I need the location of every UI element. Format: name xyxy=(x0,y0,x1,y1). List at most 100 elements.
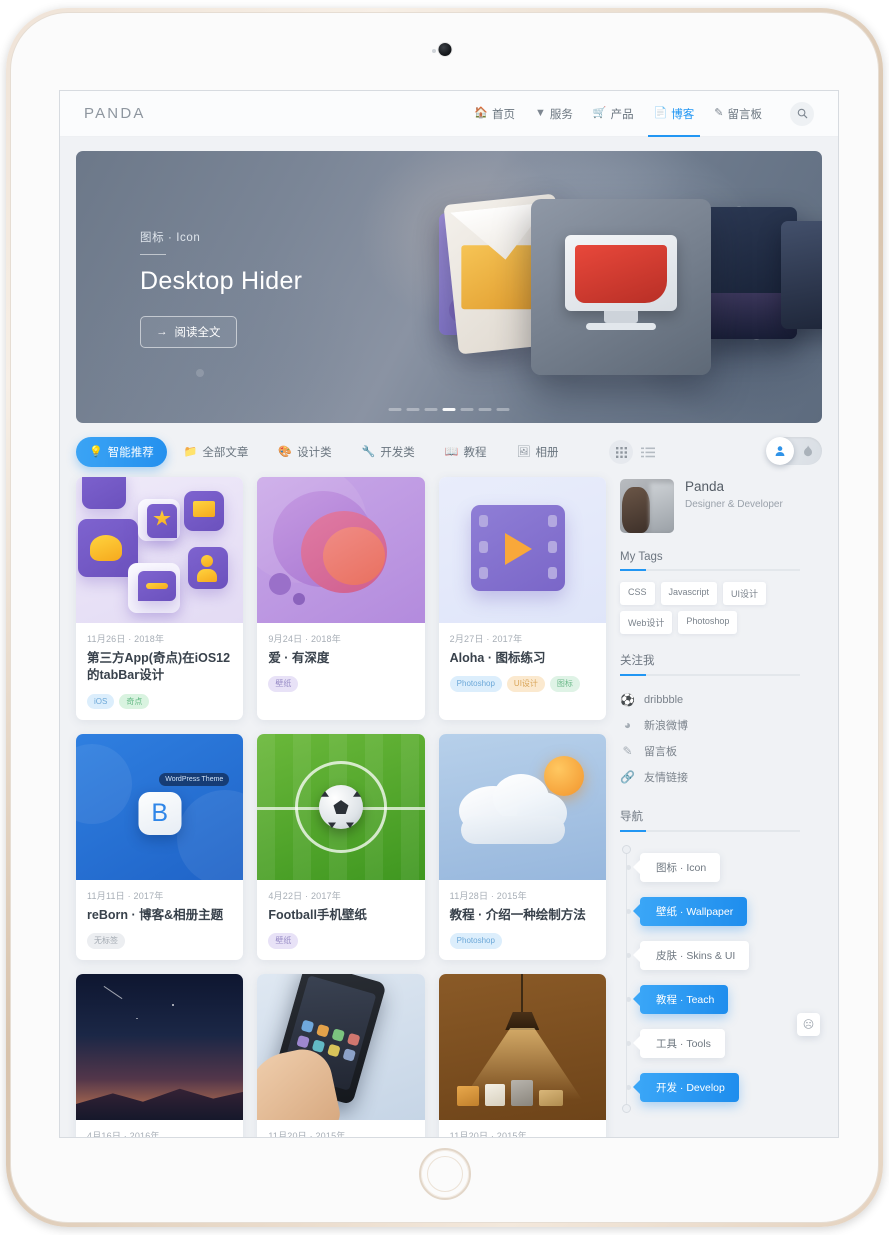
card-body: 4月16日 · 2016年 私藏壁纸一张 xyxy=(76,1120,243,1137)
filter-label: 教程 xyxy=(463,447,487,459)
card-tag[interactable]: 奇点 xyxy=(119,693,150,710)
article-card[interactable]: 11月28日 · 2015年 教程 · 介绍一种绘制方法 Photoshop xyxy=(438,734,606,960)
profile-text: Panda Designer & Developer xyxy=(685,479,783,513)
carousel-dot[interactable] xyxy=(388,408,402,411)
hero-banner[interactable]: 图标 · Icon Desktop Hider → 阅读全文 xyxy=(76,151,822,423)
article-card[interactable]: 11月20日 · 2015年 OrgRar · WinRAR主题 xyxy=(438,973,606,1137)
filter-chip-album[interactable]: 🖼 相册 xyxy=(504,437,572,467)
blob-shape xyxy=(323,527,386,585)
filter-label: 相册 xyxy=(535,447,559,459)
card-tag[interactable]: 壁纸 xyxy=(268,933,299,949)
red-cloth xyxy=(575,245,667,303)
article-card[interactable]: 4月22日 · 2017年 Football手机壁纸 壁纸 xyxy=(257,734,425,960)
cards-column: 11月26日 · 2018年 第三方App(奇点)在iOS12的tabBar设计… xyxy=(76,477,606,1137)
nav-item-services[interactable]: ▼ 服务 xyxy=(535,91,573,137)
profile-block: Panda Designer & Developer xyxy=(620,477,800,533)
carousel-dot[interactable] xyxy=(496,408,510,411)
folder-icon: 📁 xyxy=(183,445,198,458)
filter-chip-recommended[interactable]: 💡 智能推荐 xyxy=(76,437,167,467)
article-card[interactable]: WordPress Theme B 11月11日 · 2017年 reBorn … xyxy=(76,734,244,960)
list-view-icon[interactable] xyxy=(641,447,656,458)
wordpress-logo: B xyxy=(138,792,182,836)
card-date: 11月11日 · 2017年 xyxy=(87,891,164,902)
cards-grid: 11月26日 · 2018年 第三方App(奇点)在iOS12的tabBar设计… xyxy=(76,477,606,1137)
card-tag[interactable]: 图标 xyxy=(549,676,580,692)
lamp-shade xyxy=(505,1011,540,1030)
nav-item-blog[interactable]: 📄 博客 xyxy=(647,91,700,137)
tag-chip[interactable]: CSS xyxy=(620,582,655,605)
user-mode-toggle[interactable] xyxy=(766,437,822,465)
follow-item-links[interactable]: 🔗 友情链接 xyxy=(620,764,800,790)
follow-item-guestbook[interactable]: ✎ 留言板 xyxy=(620,738,800,764)
tag-chip[interactable]: Javascript xyxy=(660,582,718,605)
home-button[interactable] xyxy=(418,1148,471,1200)
card-body: 11月20日 · 2015年 flyme手机主题 Photoshop UI设计 xyxy=(257,1120,424,1137)
filter-chip-tutorial[interactable]: 📖 教程 xyxy=(432,437,500,467)
card-tag[interactable]: iOS xyxy=(87,693,115,710)
follow-item-weibo[interactable]: ◕ 新浪微博 xyxy=(620,712,800,738)
filter-chip-all[interactable]: 📁 全部文章 xyxy=(171,437,262,467)
tag-chip[interactable]: Web设计 xyxy=(620,611,673,634)
carousel-dot[interactable] xyxy=(478,408,492,411)
carousel-dot[interactable] xyxy=(406,408,420,411)
home-icon: 🏠 xyxy=(474,107,488,119)
card-tag[interactable]: Photoshop xyxy=(449,676,502,692)
tag-chip[interactable]: Photoshop xyxy=(678,611,738,634)
carousel-indicators[interactable] xyxy=(388,408,510,411)
grid-view-icon[interactable] xyxy=(609,440,634,464)
card-title[interactable]: 教程 · 介绍一种绘制方法 xyxy=(450,907,595,924)
article-card[interactable]: 11月26日 · 2018年 第三方App(奇点)在iOS12的tabBar设计… xyxy=(76,477,244,721)
card-tags: Photoshop UI设计 图标 xyxy=(449,676,595,692)
card-tag[interactable]: Photoshop xyxy=(449,933,502,949)
nav-pill-teach[interactable]: 教程 · Teach xyxy=(640,984,729,1014)
card-date: 4月22日 · 2017年 xyxy=(268,891,341,902)
follow-item-dribbble[interactable]: ⚽ dribbble xyxy=(620,688,800,712)
card-tag[interactable]: 无标签 xyxy=(87,933,125,949)
article-card[interactable]: 9月24日 · 2018年 爱 · 有深度 壁纸 xyxy=(257,477,425,721)
carousel-dot[interactable] xyxy=(424,408,438,411)
article-card[interactable]: 2月27日 · 2017年 Aloha · 图标练习 Photoshop UI设… xyxy=(438,477,606,721)
icon-tile xyxy=(184,491,224,531)
carousel-dot[interactable] xyxy=(460,408,474,411)
user-shape xyxy=(197,569,217,582)
toggle-knob[interactable] xyxy=(766,437,794,465)
card-title[interactable]: 爱 · 有深度 xyxy=(268,650,413,667)
nav-item-guestbook[interactable]: ✎ 留言板 xyxy=(714,91,762,137)
filter-chip-development[interactable]: 🔧 开发类 xyxy=(349,437,428,467)
timeline-line xyxy=(626,847,627,1107)
nav-pill-wallpaper[interactable]: 壁纸 · Wallpaper xyxy=(640,896,748,926)
carousel-dot-active[interactable] xyxy=(442,408,456,411)
follow-label: 友情链接 xyxy=(644,772,688,784)
avatar[interactable] xyxy=(620,479,674,533)
card-title[interactable]: reBorn · 博客&相册主题 xyxy=(87,907,232,924)
brand-logo[interactable]: PANDA xyxy=(84,105,146,122)
article-card[interactable]: 11月20日 · 2015年 flyme手机主题 Photoshop UI设计 xyxy=(257,973,425,1137)
tag-chip[interactable]: UI设计 xyxy=(723,582,767,605)
card-thumbnail-flyme xyxy=(257,973,425,1120)
card-tag[interactable]: UI设计 xyxy=(506,676,545,692)
tablet-bezel: PANDA 🏠 首页 ▼ 服务 🛒 产品 📄 博客 ✎ 留言板 图标 · Ico… xyxy=(10,12,879,1223)
follow-label: 留言板 xyxy=(644,746,677,758)
nav-pill-develop[interactable]: 开发 · Develop xyxy=(640,1072,739,1102)
fire-icon[interactable] xyxy=(794,445,822,457)
card-date: 9月24日 · 2018年 xyxy=(268,634,341,644)
nav-label: 服务 xyxy=(549,108,573,121)
read-more-button[interactable]: → 阅读全文 xyxy=(140,316,237,348)
article-card[interactable]: 4月16日 · 2016年 私藏壁纸一张 xyxy=(76,973,244,1137)
nav-pill-tools[interactable]: 工具 · Tools xyxy=(640,1028,725,1058)
filter-chip-design[interactable]: 🎨 设计类 xyxy=(265,437,344,467)
book-item xyxy=(456,1085,479,1106)
search-button[interactable] xyxy=(790,101,814,126)
nav-pill-icon[interactable]: 图标 · Icon xyxy=(640,852,721,882)
nav-pill-skins[interactable]: 皮肤 · Skins & UI xyxy=(640,940,750,970)
timeline-dot xyxy=(622,1104,631,1113)
nav-item-products[interactable]: 🛒 产品 xyxy=(593,91,634,137)
card-tag[interactable]: 壁纸 xyxy=(268,676,299,692)
support-button[interactable]: ☹ xyxy=(797,1013,820,1036)
card-title[interactable]: Football手机壁纸 xyxy=(268,907,413,924)
card-title[interactable]: Aloha · 图标练习 xyxy=(450,650,595,667)
card-title[interactable]: 第三方App(奇点)在iOS12的tabBar设计 xyxy=(87,650,232,685)
timeline-tick xyxy=(626,952,631,958)
blog-icon: 📄 xyxy=(653,107,668,119)
nav-item-home[interactable]: 🏠 首页 xyxy=(474,91,515,137)
